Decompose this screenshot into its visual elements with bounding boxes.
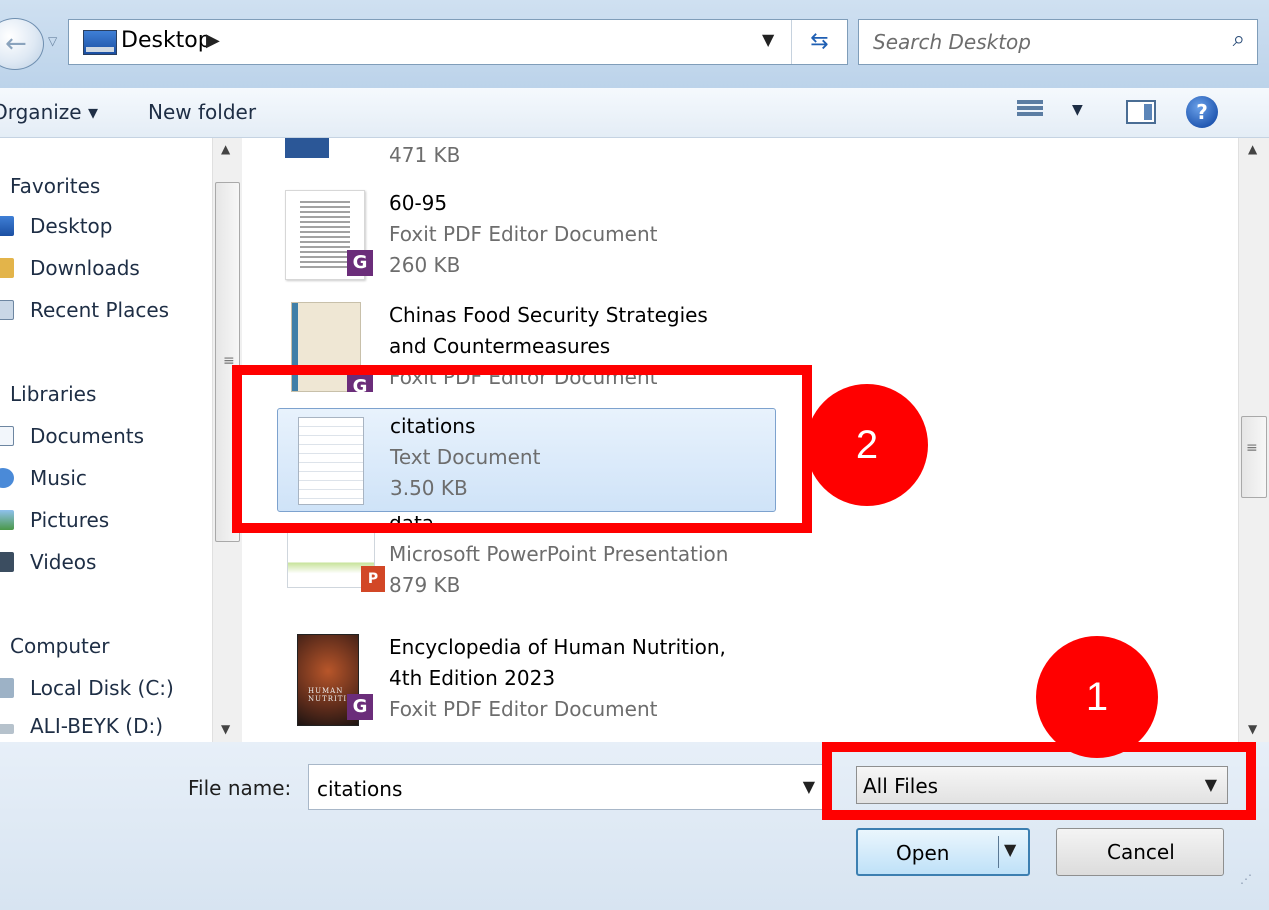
nav-favorites-label: Favorites bbox=[10, 174, 101, 198]
grip-icon: ≡ bbox=[1246, 440, 1258, 456]
split-separator bbox=[998, 836, 999, 868]
view-dropdown-icon[interactable]: ▼ bbox=[1072, 102, 1083, 118]
change-view-icon[interactable] bbox=[1017, 98, 1043, 122]
nav-item-label: Music bbox=[30, 466, 87, 490]
search-placeholder: Search Desktop bbox=[873, 30, 1031, 54]
file-size: 471 KB bbox=[389, 143, 461, 167]
usb-drive-icon bbox=[0, 724, 14, 734]
scroll-up-icon[interactable]: ▲ bbox=[1248, 142, 1257, 156]
file-size: 260 KB bbox=[389, 253, 461, 277]
file-name-line2: 4th Edition 2023 bbox=[389, 666, 556, 690]
resize-grip-icon[interactable]: ⋰ bbox=[1240, 872, 1252, 886]
nav-libraries-label: Libraries bbox=[10, 382, 97, 406]
address-bar-row: ← ▽ Desktop ▶ ▼ ⇆ Search Desktop ⌕ bbox=[0, 0, 1269, 88]
desktop-icon bbox=[0, 216, 14, 236]
step-badge-2: 2 bbox=[806, 384, 928, 506]
nav-item-label: Downloads bbox=[30, 256, 140, 280]
file-name-label: File name: bbox=[188, 776, 292, 800]
command-toolbar: Organize ▾ New folder ▼ ? bbox=[0, 88, 1269, 138]
word-thumbnail bbox=[285, 138, 363, 158]
scroll-down-icon[interactable]: ▼ bbox=[221, 722, 230, 736]
file-scrollbar[interactable]: ▲ ≡ ▼ bbox=[1238, 138, 1269, 742]
highlight-box-file-type bbox=[822, 742, 1256, 820]
file-type: Foxit PDF Editor Document bbox=[389, 222, 658, 246]
scroll-up-icon[interactable]: ▲ bbox=[221, 142, 230, 156]
scroll-down-icon[interactable]: ▼ bbox=[1248, 722, 1257, 736]
nav-computer-label: Computer bbox=[10, 634, 110, 658]
file-name-line2: and Countermeasures bbox=[389, 334, 611, 358]
nav-item-label: Videos bbox=[30, 550, 97, 574]
nav-item-label: Pictures bbox=[30, 508, 110, 532]
new-folder-button[interactable]: New folder bbox=[148, 100, 256, 124]
file-name: Chinas Food Security Strategies bbox=[389, 303, 708, 327]
address-field[interactable]: Desktop ▶ ▼ ⇆ bbox=[68, 19, 848, 65]
file-name-field[interactable]: citations ▼ bbox=[308, 764, 828, 810]
cancel-button[interactable]: Cancel bbox=[1056, 828, 1224, 876]
open-button[interactable]: Open ▼ bbox=[856, 828, 1030, 876]
address-dropdown-icon[interactable]: ▼ bbox=[762, 30, 774, 49]
cancel-label: Cancel bbox=[1107, 840, 1175, 864]
documents-icon bbox=[0, 426, 14, 446]
foxit-icon: G bbox=[347, 694, 373, 720]
nav-item-label: ALI-BEYK (D:) bbox=[30, 714, 164, 738]
nav-item-label: Documents bbox=[30, 424, 145, 448]
file-text: Encyclopedia of Human Nutrition, 4th Edi… bbox=[389, 632, 726, 725]
powerpoint-icon: P bbox=[361, 566, 385, 592]
navigation-pane: Favorites Desktop Downloads Recent Place… bbox=[0, 138, 243, 742]
downloads-icon bbox=[0, 258, 14, 278]
history-dropdown-icon[interactable]: ▽ bbox=[48, 34, 57, 48]
file-text: 60-95 Foxit PDF Editor Document 260 KB bbox=[389, 188, 658, 281]
preview-pane-icon[interactable] bbox=[1126, 100, 1156, 124]
file-item[interactable]: G 60-95 Foxit PDF Editor Document 260 KB bbox=[277, 186, 777, 290]
foxit-icon: G bbox=[347, 250, 373, 276]
desktop-icon bbox=[83, 30, 117, 55]
file-name: Encyclopedia of Human Nutrition, bbox=[389, 635, 726, 659]
file-text: 471 KB bbox=[389, 140, 460, 171]
organize-button[interactable]: Organize ▾ bbox=[0, 100, 98, 124]
file-item[interactable]: 471 KB bbox=[277, 138, 777, 178]
file-type: Foxit PDF Editor Document bbox=[389, 697, 658, 721]
file-name-value[interactable]: citations bbox=[317, 777, 402, 801]
file-name: 60-95 bbox=[389, 191, 448, 215]
breadcrumb-arrow-icon[interactable]: ▶ bbox=[206, 30, 220, 51]
highlight-box-selected-file bbox=[232, 365, 812, 533]
open-dropdown-icon[interactable]: ▼ bbox=[1004, 840, 1016, 859]
nav-item-label: Desktop bbox=[30, 214, 113, 238]
back-arrow-icon: ← bbox=[5, 29, 27, 59]
back-button[interactable]: ← bbox=[0, 18, 44, 70]
file-scroll-thumb[interactable] bbox=[1241, 416, 1267, 498]
nav-item-label: Local Disk (C:) bbox=[30, 676, 174, 700]
search-input[interactable]: Search Desktop ⌕ bbox=[858, 19, 1258, 65]
refresh-icon[interactable]: ⇆ bbox=[791, 20, 847, 64]
open-label: Open bbox=[896, 841, 950, 865]
help-icon[interactable]: ? bbox=[1186, 96, 1218, 128]
music-icon bbox=[0, 468, 14, 488]
search-icon[interactable]: ⌕ bbox=[1233, 27, 1245, 52]
file-type: Microsoft PowerPoint Presentation bbox=[389, 542, 729, 566]
file-name-dropdown-icon[interactable]: ▼ bbox=[803, 777, 815, 796]
local-disk-icon bbox=[0, 678, 14, 698]
nav-item-label: Recent Places bbox=[30, 298, 170, 322]
videos-icon bbox=[0, 552, 14, 572]
recent-places-icon bbox=[0, 300, 14, 320]
pictures-icon bbox=[0, 510, 14, 530]
file-size: 879 KB bbox=[389, 573, 461, 597]
file-item[interactable]: HUMAN NUTRITION G Encyclopedia of Human … bbox=[277, 630, 777, 734]
address-location[interactable]: Desktop bbox=[121, 28, 212, 53]
step-badge-1: 1 bbox=[1036, 636, 1158, 758]
